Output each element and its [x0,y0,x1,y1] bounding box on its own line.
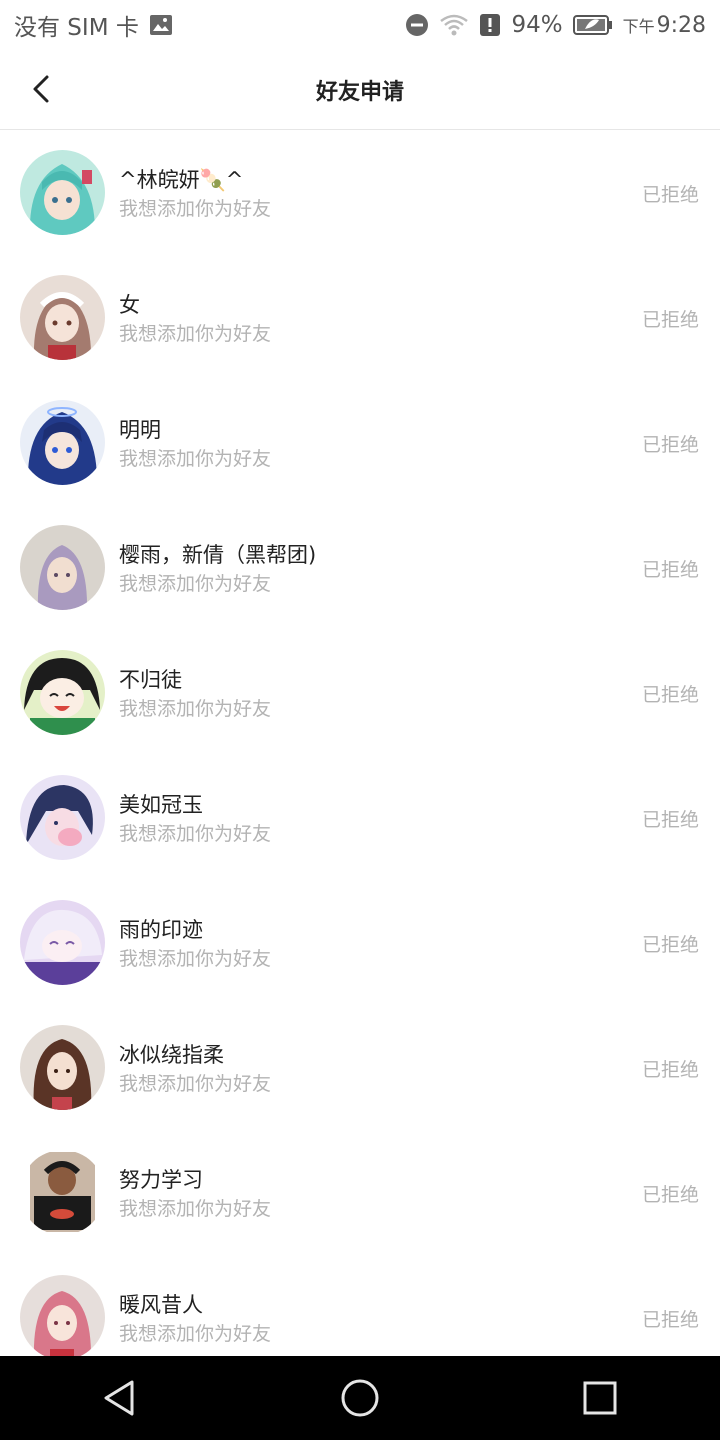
avatar[interactable] [20,900,105,985]
requester-name: ^林皖妍🍡^ [119,168,244,192]
nav-back-button[interactable] [80,1356,160,1440]
battery-percent: 94% [511,12,563,38]
friend-request-list: ^林皖妍🍡^ 我想添加你为好友 已拒绝 女 我想添加你为好友 已拒绝 明明 我想… [0,130,720,1380]
back-arrow-icon [33,75,49,103]
friend-request-row[interactable]: 樱雨，新倩（黑帮团) 我想添加你为好友 已拒绝 [0,505,720,630]
avatar[interactable] [20,775,105,860]
clock-time: 9:28 [656,12,706,38]
request-message: 我想添加你为好友 [119,1198,272,1220]
requester-name: 努力学习 [119,1168,203,1192]
friend-request-row[interactable]: 女 我想添加你为好友 已拒绝 [0,255,720,380]
square-recents-icon [583,1381,617,1415]
back-button[interactable] [18,66,64,112]
avatar[interactable] [20,400,105,485]
do-not-disturb-icon [405,13,429,37]
clock: 下午9:28 [623,13,706,38]
request-status: 已拒绝 [641,934,699,956]
friend-request-row[interactable]: ^林皖妍🍡^ 我想添加你为好友 已拒绝 [0,130,720,255]
request-status: 已拒绝 [641,184,699,206]
request-status: 已拒绝 [641,434,699,456]
avatar[interactable] [20,275,105,360]
friend-request-row[interactable]: 雨的印迹 我想添加你为好友 已拒绝 [0,880,720,1005]
request-message: 我想添加你为好友 [119,573,272,595]
request-status: 已拒绝 [641,1184,699,1206]
requester-name: 不归徒 [119,668,182,692]
avatar[interactable] [20,1025,105,1110]
requester-name: 雨的印迹 [119,918,203,942]
request-status: 已拒绝 [641,684,699,706]
request-message: 我想添加你为好友 [119,823,272,845]
request-message: 我想添加你为好友 [119,1323,272,1345]
page-title: 好友申请 [315,80,404,105]
request-message: 我想添加你为好友 [119,948,272,970]
wifi-icon [439,13,469,37]
request-message: 我想添加你为好友 [119,1073,272,1095]
avatar[interactable] [20,525,105,610]
avatar[interactable] [20,650,105,735]
friend-request-row[interactable]: 美如冠玉 我想添加你为好友 已拒绝 [0,755,720,880]
requester-name: 樱雨，新倩（黑帮团) [119,543,317,567]
request-message: 我想添加你为好友 [119,198,272,220]
nav-recents-button[interactable] [560,1356,640,1440]
request-status: 已拒绝 [641,809,699,831]
battery-icon [572,15,613,35]
requester-name: 冰似绕指柔 [119,1043,224,1067]
friend-request-row[interactable]: 冰似绕指柔 我想添加你为好友 已拒绝 [0,1005,720,1130]
clock-ampm: 下午 [622,16,655,36]
carrier-text: 没有 SIM 卡 [14,15,139,41]
avatar[interactable] [20,150,105,235]
request-status: 已拒绝 [641,1059,699,1081]
status-bar-left: 没有 SIM 卡 [14,8,173,42]
friend-request-row[interactable]: 努力学习 我想添加你为好友 已拒绝 [0,1130,720,1255]
request-message: 我想添加你为好友 [119,323,272,345]
requester-name: 美如冠玉 [119,793,203,817]
alert-icon [479,13,501,37]
system-navigation-bar [0,1356,720,1440]
nav-home-button[interactable] [320,1356,400,1440]
friend-request-row[interactable]: 不归徒 我想添加你为好友 已拒绝 [0,630,720,755]
app-header: 好友申请 [0,50,720,130]
request-status: 已拒绝 [641,559,699,581]
triangle-back-icon [104,1380,134,1416]
request-message: 我想添加你为好友 [119,698,272,720]
requester-name: 女 [119,293,140,317]
image-notification-icon [149,14,173,36]
friend-request-row[interactable]: 明明 我想添加你为好友 已拒绝 [0,380,720,505]
status-bar-right: 94% 下午9:28 [405,12,706,38]
request-status: 已拒绝 [641,1309,699,1331]
request-status: 已拒绝 [641,309,699,331]
avatar[interactable] [20,1275,105,1360]
avatar[interactable] [20,1150,105,1235]
status-bar: 没有 SIM 卡 94% 下午9:28 [0,0,720,50]
requester-name: 暖风昔人 [119,1293,203,1317]
request-message: 我想添加你为好友 [119,448,272,470]
requester-name: 明明 [119,418,161,442]
circle-home-icon [341,1379,379,1417]
